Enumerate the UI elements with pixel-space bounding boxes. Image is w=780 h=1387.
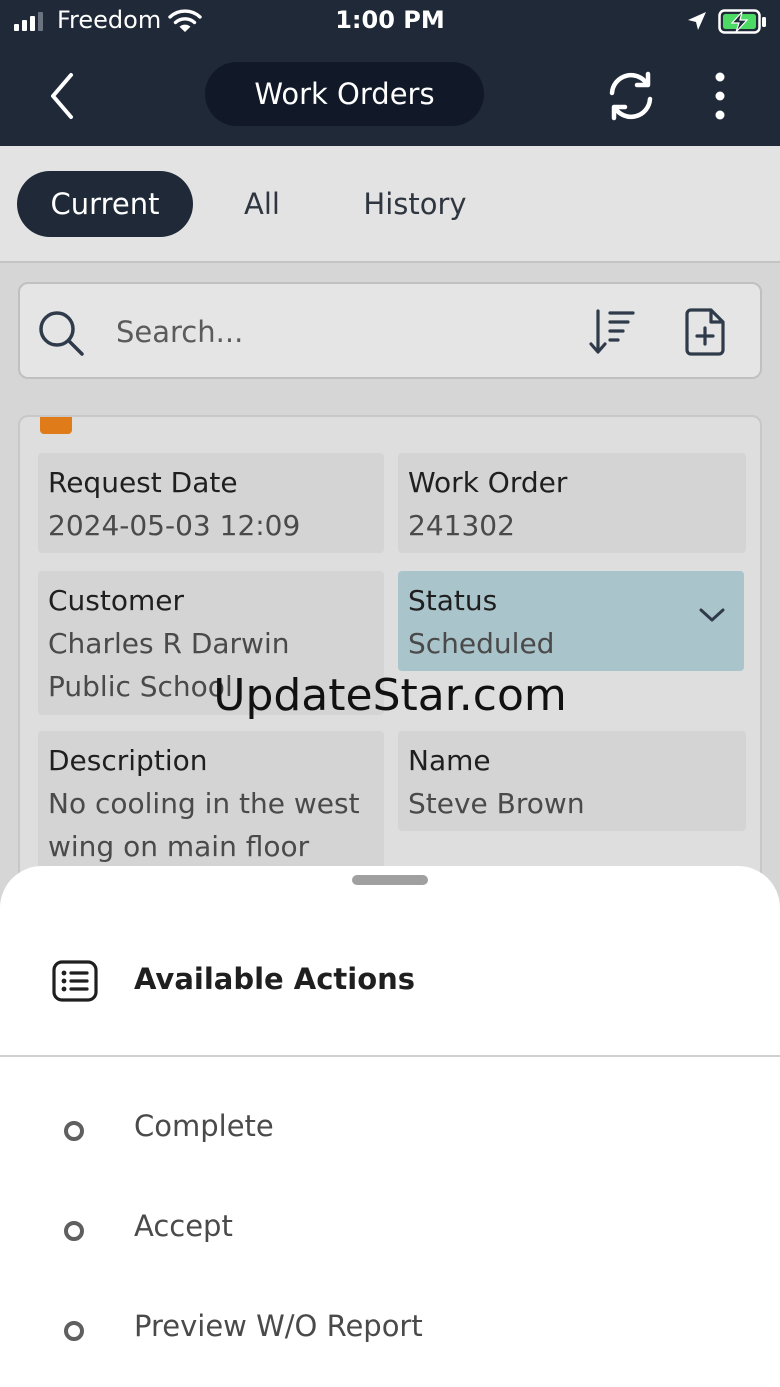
- app-header: Work Orders: [0, 44, 780, 146]
- search-icon: [39, 311, 84, 356]
- list-icon: [52, 960, 98, 1002]
- sort-descending-icon: [589, 309, 635, 354]
- clock: 1:00 PM: [335, 6, 445, 34]
- actions-bottom-sheet: Available Actions Complete Accept Previe…: [0, 866, 780, 1387]
- request-date-label: Request Date: [48, 466, 238, 499]
- radio-circle-icon: [64, 1221, 84, 1241]
- divider: [0, 1055, 780, 1057]
- status-dropdown[interactable]: Status Scheduled: [398, 571, 744, 671]
- description-label: Description: [48, 744, 208, 777]
- customer-value-line1: Charles R Darwin: [48, 627, 290, 660]
- work-order-value: 241302: [408, 509, 515, 542]
- request-date-field: Request Date 2024-05-03 12:09: [38, 453, 384, 553]
- new-work-order-button[interactable]: [678, 304, 734, 360]
- description-field: Description No cooling in the west wing …: [38, 731, 384, 881]
- action-label: Complete: [134, 1109, 274, 1143]
- sync-icon: [609, 71, 653, 121]
- watermark: UpdateStar.com: [213, 670, 567, 721]
- battery-charging-icon: [718, 9, 768, 39]
- status-value: Scheduled: [408, 627, 555, 660]
- customer-label: Customer: [48, 584, 185, 617]
- more-vertical-icon: [715, 72, 725, 120]
- tab-all[interactable]: All: [218, 171, 306, 237]
- status-bar: Freedom 1:00 PM: [0, 0, 780, 44]
- sync-button[interactable]: [600, 66, 662, 126]
- action-complete[interactable]: Complete: [0, 1085, 780, 1175]
- page-title: Work Orders: [205, 62, 484, 126]
- name-label: Name: [408, 744, 491, 777]
- tab-current[interactable]: Current: [17, 171, 193, 237]
- tab-bar: Current All History: [0, 146, 780, 263]
- request-date-value: 2024-05-03 12:09: [48, 509, 301, 542]
- back-button[interactable]: [40, 66, 84, 126]
- more-options-button[interactable]: [700, 66, 740, 126]
- description-value-line2: wing on main floor: [48, 830, 310, 863]
- search-bar: [18, 282, 762, 379]
- radio-circle-icon: [64, 1121, 84, 1141]
- work-order-number-field: Work Order 241302: [398, 453, 746, 553]
- name-field: Name Steve Brown: [398, 731, 746, 831]
- action-accept[interactable]: Accept: [0, 1185, 780, 1275]
- sheet-grabber[interactable]: [352, 875, 428, 885]
- sheet-header: Available Actions: [0, 926, 780, 1036]
- tab-history[interactable]: History: [342, 171, 488, 237]
- file-plus-icon: [685, 308, 725, 356]
- sort-button[interactable]: [582, 304, 642, 360]
- sheet-title: Available Actions: [134, 962, 416, 996]
- action-label: Accept: [134, 1209, 233, 1243]
- action-label: Preview W/O Report: [134, 1309, 423, 1343]
- top-bar: Freedom 1:00 PM Work Orders: [0, 0, 780, 146]
- radio-circle-icon: [64, 1321, 84, 1341]
- location-arrow-icon: [686, 10, 708, 36]
- chevron-down-icon: [699, 608, 725, 622]
- action-preview-report[interactable]: Preview W/O Report: [0, 1285, 780, 1375]
- priority-flag: [40, 417, 72, 434]
- search-input[interactable]: [116, 304, 556, 360]
- description-value-line1: No cooling in the west: [48, 787, 360, 820]
- name-value: Steve Brown: [408, 787, 585, 820]
- status-label: Status: [408, 584, 498, 617]
- chevron-left-icon: [51, 73, 73, 119]
- work-order-label: Work Order: [408, 466, 568, 499]
